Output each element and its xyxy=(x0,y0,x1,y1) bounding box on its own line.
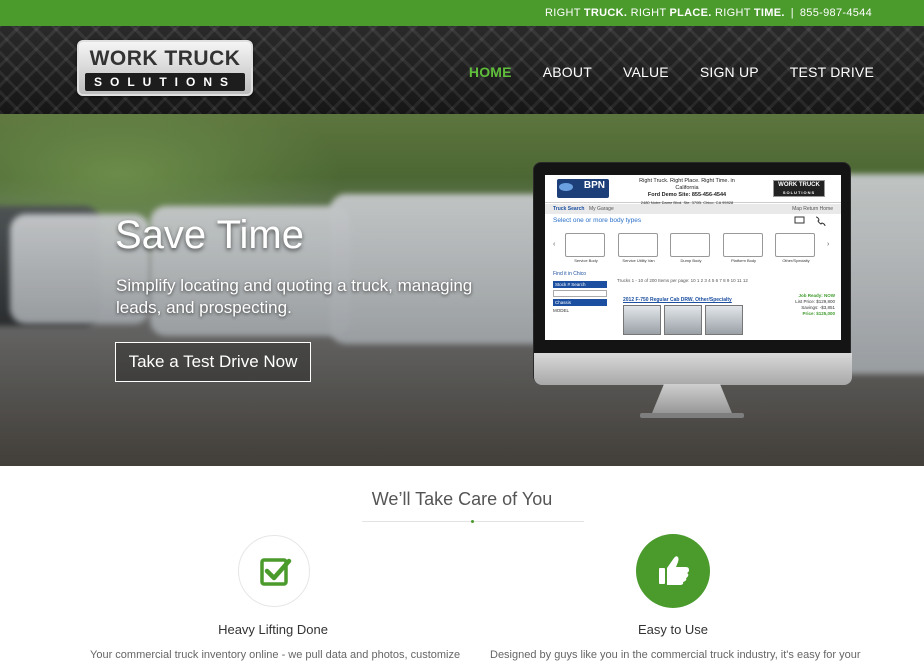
site-header: WORK TRUCK SOLUTIONS HOME ABOUT VALUE SI… xyxy=(0,26,924,114)
section-divider-dot xyxy=(471,520,474,523)
screen-sidebar: Stock # Search Chassis MODEL xyxy=(553,279,607,340)
top-bar: RIGHT TRUCK. RIGHT PLACE. RIGHT TIME. | 85… xyxy=(0,0,924,26)
slogan-right-3: RIGHT xyxy=(711,7,754,19)
screen-tab-truck-search: Truck Search xyxy=(553,206,585,212)
feature-icon-circle xyxy=(238,535,310,607)
screen-tab-map: Map Return Home xyxy=(792,206,833,212)
feature-description: Designed by guys like you in the commerc… xyxy=(490,649,861,661)
screen-prev-arrow-icon: ‹ xyxy=(553,241,556,248)
hero-title: Save Time xyxy=(115,213,304,257)
feature-title: Easy to Use xyxy=(637,622,709,637)
screen-wt-line1: WORK TRUCK xyxy=(778,182,820,188)
screen-site: Ford Demo Site: 855-456-4544 xyxy=(647,192,727,198)
screen-find-label: Find it in Chico xyxy=(553,271,587,277)
body-type-label: Other/Specialty xyxy=(782,258,810,263)
monitor-mockup: BPN Right Truck. Right Place. Right Time… xyxy=(533,162,852,385)
screen-body-type: Service Utility Van xyxy=(617,233,658,263)
screen-tagline: Right Truck. Right Place. Right Time. in… xyxy=(639,178,735,191)
feature-icon-circle xyxy=(636,534,710,608)
feature-title: Heavy Lifting Done xyxy=(218,622,328,637)
hero-banner: Save Time Simplify locating and quoting … xyxy=(0,114,924,466)
main-nav: HOME ABOUT VALUE SIGN UP TEST DRIVE xyxy=(438,64,874,80)
screen-bpn-logo: BPN xyxy=(557,179,609,198)
screen-body-types: Service Body Service Utility Van Dump Bo… xyxy=(565,233,815,263)
nav-home[interactable]: HOME xyxy=(469,64,512,80)
test-drive-button[interactable]: Take a Test Drive Now xyxy=(115,342,311,382)
screen-photo xyxy=(623,305,661,335)
ford-oval-icon xyxy=(559,183,573,191)
screen-select-label: Select one or more body types xyxy=(553,217,642,224)
screen-header-text: Right Truck. Right Place. Right Time. in… xyxy=(627,178,747,206)
topbar-contact: RIGHT TRUCK. RIGHT PLACE. RIGHT TIME. | 85… xyxy=(545,7,872,19)
slogan-time: TIME. xyxy=(753,7,785,19)
slogan-truck: TRUCK. xyxy=(583,7,628,19)
screen-body-type: Other/Specialty xyxy=(775,233,815,263)
body-type-label: Platform Body xyxy=(730,258,757,263)
topbar-separator: | xyxy=(790,7,794,19)
screen-side-model: MODEL xyxy=(553,308,570,313)
monitor-stand-base xyxy=(640,413,744,418)
body-type-label: Service Body xyxy=(574,258,598,263)
screen-bpn-text: BPN xyxy=(583,180,605,191)
screen-price-line: Price: $125,000 xyxy=(802,311,835,316)
screen-body-type: Platform Body xyxy=(722,233,763,263)
site-logo[interactable]: WORK TRUCK SOLUTIONS xyxy=(77,40,253,96)
screen-pagination: Trucks 1 - 10 of 200 Items per page: 10 … xyxy=(617,278,748,283)
screen-listing-photos xyxy=(623,305,743,335)
nav-sign-up[interactable]: SIGN UP xyxy=(700,64,759,80)
slogan-right-2: RIGHT xyxy=(627,7,670,19)
section-title: We’ll Take Care of You xyxy=(371,489,553,509)
body-type-label: Service Utility Van xyxy=(622,258,655,263)
phone-number[interactable]: 855-987-4544 xyxy=(800,7,872,19)
feature-description: Your commercial truck inventory online -… xyxy=(90,649,461,661)
screen-stock-input xyxy=(553,290,607,297)
nav-about[interactable]: ABOUT xyxy=(543,64,592,80)
monitor-chin xyxy=(534,353,852,385)
screen-tab-my-garage: My Garage xyxy=(589,206,614,212)
nav-value[interactable]: VALUE xyxy=(623,64,669,80)
logo-bar: SOLUTIONS xyxy=(85,73,245,91)
screen-wt-logo: WORK TRUCK SOLUTIONS xyxy=(773,180,825,197)
nav-test-drive[interactable]: TEST DRIVE xyxy=(790,64,874,80)
screen-email-call-icons xyxy=(794,216,826,227)
monitor-screen: BPN Right Truck. Right Place. Right Time… xyxy=(545,175,841,340)
slogan-place: PLACE. xyxy=(669,7,712,19)
screen-side-header: Stock # Search xyxy=(553,281,607,288)
screen-photo xyxy=(664,305,702,335)
hero-subtitle: Simplify locating and quoting a truck, m… xyxy=(116,276,473,317)
screen-body-type: Dump Body xyxy=(670,233,710,263)
slogan-right-1: RIGHT xyxy=(545,7,584,19)
logo-line2: SOLUTIONS xyxy=(93,75,236,89)
logo-line1: WORK TRUCK xyxy=(89,47,241,70)
body-type-label: Dump Body xyxy=(680,258,702,263)
screen-next-arrow-icon: › xyxy=(827,241,830,248)
check-icon xyxy=(260,558,292,586)
thumbs-up-icon xyxy=(659,556,689,585)
screen-header: BPN Right Truck. Right Place. Right Time… xyxy=(545,175,841,206)
screen-body-type: Service Body xyxy=(565,233,605,263)
screen-side-header: Chassis xyxy=(553,299,607,306)
screen-tabs: Truck Search My Garage Map Return Home xyxy=(545,204,841,214)
screen-photo xyxy=(705,305,743,335)
screen-wt-line2: SOLUTIONS xyxy=(782,190,816,195)
screen-price-box: Job Ready: NOW List Price: $129,800 Savi… xyxy=(795,293,835,317)
